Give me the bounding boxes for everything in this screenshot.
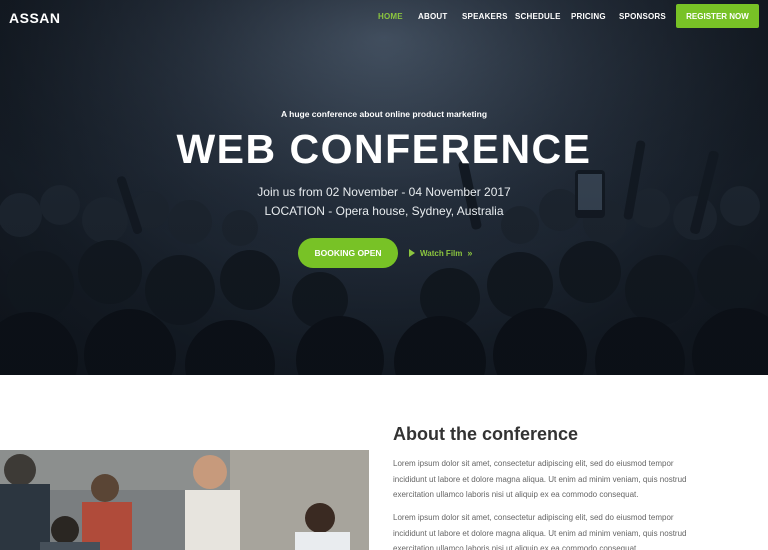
watch-film-link[interactable]: Watch Film » xyxy=(409,248,472,258)
hero-dates: Join us from 02 November - 04 November 2… xyxy=(257,185,511,199)
hero-title: WEB CONFERENCE xyxy=(176,126,592,172)
about-paragraph: Lorem ipsum dolor sit amet, consectetur … xyxy=(393,513,687,550)
hero-tagline: A huge conference about online product m… xyxy=(280,109,488,119)
play-icon xyxy=(409,249,415,257)
hero-location: LOCATION - Opera house, Sydney, Australi… xyxy=(264,204,504,218)
hero-content: A huge conference about online product m… xyxy=(0,0,768,375)
about-photo xyxy=(0,450,369,550)
double-chevron-right-icon: » xyxy=(467,248,473,258)
about-title: About the conference xyxy=(393,424,579,444)
booking-open-button[interactable]: BOOKING OPEN xyxy=(298,238,398,268)
hero-section: ASSAN HOME ABOUT SPEAKERS SCHEDULE PRICI… xyxy=(0,0,768,375)
watch-film-label: Watch Film xyxy=(420,248,463,258)
people-working-image xyxy=(0,450,369,550)
about-paragraph: Lorem ipsum dolor sit amet, consectetur … xyxy=(393,459,687,499)
